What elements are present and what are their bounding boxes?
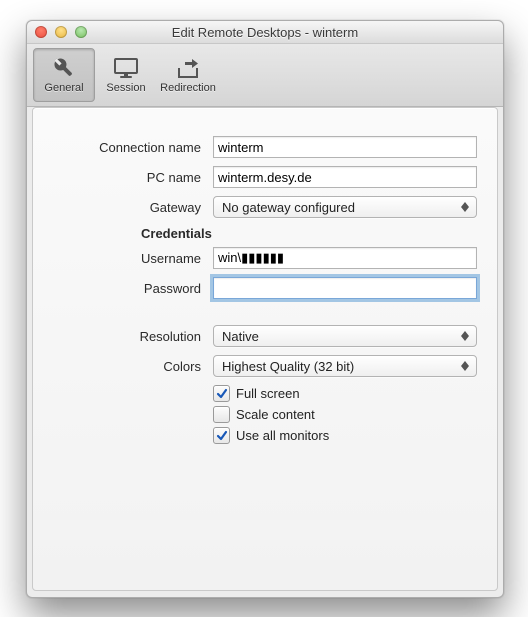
tab-session[interactable]: Session	[95, 48, 157, 102]
resolution-value: Native	[222, 329, 259, 344]
full-screen-label: Full screen	[236, 386, 300, 401]
tab-general-label: General	[44, 82, 83, 94]
redirection-icon	[174, 56, 202, 80]
label-password: Password	[53, 281, 213, 296]
connection-name-field[interactable]	[213, 136, 477, 158]
window-title: Edit Remote Desktops - winterm	[27, 25, 503, 40]
colors-select[interactable]: Highest Quality (32 bit)	[213, 355, 477, 377]
content-pane: Connection name PC name Gateway No gatew…	[32, 107, 498, 591]
pc-name-field[interactable]	[213, 166, 477, 188]
section-credentials: Credentials	[141, 226, 477, 241]
wrench-icon	[50, 56, 78, 80]
minimize-icon[interactable]	[55, 26, 67, 38]
label-resolution: Resolution	[53, 329, 213, 344]
tab-redirection[interactable]: Redirection	[157, 48, 219, 102]
chevron-updown-icon	[458, 358, 472, 374]
window: Edit Remote Desktops - winterm General	[26, 20, 504, 598]
toolbar: General Session Redirection	[27, 44, 503, 107]
scale-content-label: Scale content	[236, 407, 315, 422]
tab-session-label: Session	[106, 82, 145, 94]
titlebar[interactable]: Edit Remote Desktops - winterm	[27, 21, 503, 44]
label-username: Username	[53, 251, 213, 266]
label-connection-name: Connection name	[53, 140, 213, 155]
zoom-icon[interactable]	[75, 26, 87, 38]
traffic-lights	[35, 26, 87, 38]
password-field[interactable]	[213, 277, 477, 299]
full-screen-checkbox[interactable]	[213, 385, 230, 402]
use-all-monitors-checkbox[interactable]	[213, 427, 230, 444]
tab-general[interactable]: General	[33, 48, 95, 102]
resolution-select[interactable]: Native	[213, 325, 477, 347]
label-gateway: Gateway	[53, 200, 213, 215]
gateway-value: No gateway configured	[222, 200, 355, 215]
label-colors: Colors	[53, 359, 213, 374]
scale-content-checkbox[interactable]	[213, 406, 230, 423]
label-pc-name: PC name	[53, 170, 213, 185]
chevron-updown-icon	[458, 199, 472, 215]
tab-redirection-label: Redirection	[160, 82, 216, 94]
gateway-select[interactable]: No gateway configured	[213, 196, 477, 218]
monitor-icon	[112, 56, 140, 80]
use-all-monitors-label: Use all monitors	[236, 428, 329, 443]
chevron-updown-icon	[458, 328, 472, 344]
username-field[interactable]	[213, 247, 477, 269]
colors-value: Highest Quality (32 bit)	[222, 359, 354, 374]
close-icon[interactable]	[35, 26, 47, 38]
